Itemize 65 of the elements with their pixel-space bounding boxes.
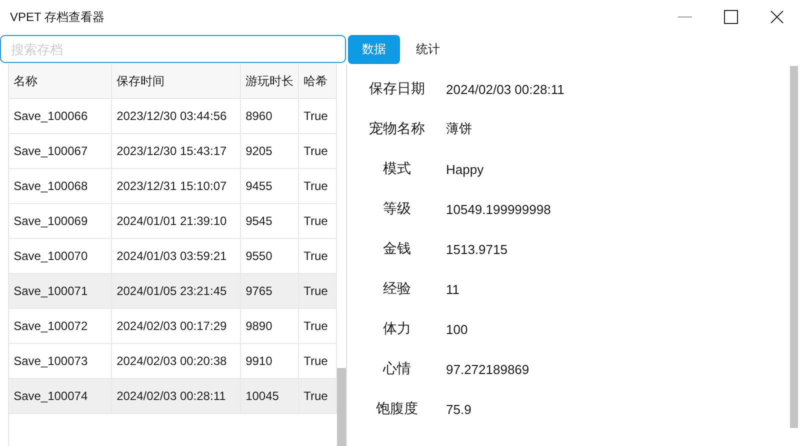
field-label: 饱腹度 xyxy=(375,400,419,418)
table-cell: Save_100068 xyxy=(8,169,112,204)
table-cell: Save_100069 xyxy=(8,204,112,239)
table-cell: True xyxy=(298,344,337,379)
table-cell: True xyxy=(298,134,337,169)
table-cell: Save_100074 xyxy=(8,379,112,414)
field-value: 11 xyxy=(446,282,460,296)
field-value: 10549.199999998 xyxy=(446,202,552,216)
field-value: 97.272189869 xyxy=(446,362,530,376)
table-cell: 9765 xyxy=(240,274,299,309)
table-cell: 10045 xyxy=(240,379,299,414)
field-value: 75.9 xyxy=(446,402,472,416)
field-label: 金钱 xyxy=(382,240,412,258)
table-cell: Save_100066 xyxy=(8,99,112,134)
minimize-icon xyxy=(678,16,692,18)
table-cell: True xyxy=(298,274,337,309)
field-value: 薄饼 xyxy=(446,120,473,138)
table-cell: 9545 xyxy=(240,204,299,239)
table-cell: True xyxy=(298,169,337,204)
table-cell: 2024/01/03 03:59:21 xyxy=(112,239,241,274)
field-value: 100 xyxy=(446,322,469,336)
field-value: 1513.9715 xyxy=(446,242,508,256)
maximize-icon xyxy=(724,10,738,24)
table-cell: True xyxy=(298,309,337,344)
table-cell: 9890 xyxy=(240,309,299,344)
window-title: VPET 存档查看器 xyxy=(10,8,106,26)
field-label: 保存日期 xyxy=(368,80,426,98)
table-cell: 2024/02/03 00:17:29 xyxy=(112,309,241,344)
table-cell: 2024/02/03 00:28:11 xyxy=(112,379,241,414)
tab[interactable]: 统计 xyxy=(402,34,454,64)
field-label: 体力 xyxy=(382,320,412,338)
field-label: 宠物名称 xyxy=(368,120,426,138)
column-header[interactable]: 哈希 xyxy=(298,64,337,99)
table-cell: Save_100073 xyxy=(8,344,112,379)
table-cell: 9205 xyxy=(240,134,299,169)
close-icon xyxy=(770,10,784,24)
table-cell: Save_100067 xyxy=(8,134,112,169)
table-cell: 8960 xyxy=(240,99,299,134)
table-cell: Save_100070 xyxy=(8,239,112,274)
table-cell: 2024/02/03 00:20:38 xyxy=(112,344,241,379)
field-label: 经验 xyxy=(382,280,412,298)
column-header[interactable]: 保存时间 xyxy=(112,64,241,99)
scrollbar-thumb[interactable] xyxy=(790,66,798,428)
column-header[interactable]: 游玩时长 xyxy=(240,64,299,99)
field-value: Happy xyxy=(446,162,485,176)
table-cell: Save_100072 xyxy=(8,309,112,344)
table-cell: 2023/12/31 15:10:07 xyxy=(112,169,241,204)
table-cell: True xyxy=(298,204,337,239)
table-cell: Save_100071 xyxy=(8,274,112,309)
column-header[interactable]: 名称 xyxy=(8,64,112,99)
field-value: 2024/02/03 00:28:11 xyxy=(446,82,566,96)
field-label: 心情 xyxy=(382,360,412,378)
table-cell: 2023/12/30 03:44:56 xyxy=(112,99,241,134)
table-cell: True xyxy=(298,99,337,134)
table-cell: 2024/01/01 21:39:10 xyxy=(112,204,241,239)
scrollbar-thumb[interactable] xyxy=(336,368,346,446)
field-label: 等级 xyxy=(382,200,412,218)
table-cell: 9550 xyxy=(240,239,299,274)
table-cell: 9455 xyxy=(240,169,299,204)
table-cell: 9910 xyxy=(240,344,299,379)
table-cell: 2024/01/05 23:21:45 xyxy=(112,274,241,309)
table-cell: True xyxy=(298,379,337,414)
field-label: 模式 xyxy=(382,160,412,178)
table-cell: True xyxy=(298,239,337,274)
table-cell: 2023/12/30 15:43:17 xyxy=(112,134,241,169)
